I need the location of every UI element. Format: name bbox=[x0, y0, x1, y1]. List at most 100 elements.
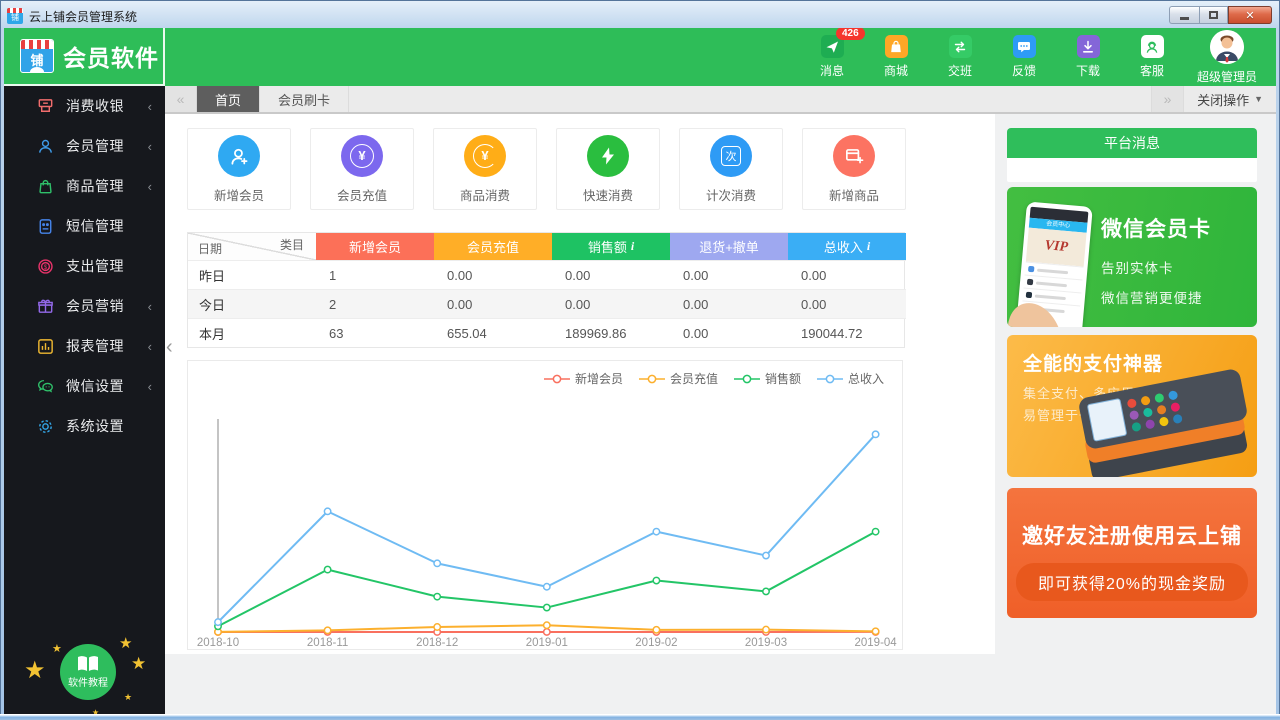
chevron-left-icon: ‹ bbox=[148, 339, 152, 354]
sidebar-item-sms[interactable]: 短信管理 bbox=[4, 206, 165, 246]
table-row-today: 今日 2 0.00 0.00 0.00 0.00 bbox=[188, 289, 904, 318]
count-consume-button[interactable]: 次 计次消费 bbox=[679, 128, 783, 210]
sidebar-item-marketing[interactable]: 会员营销 ‹ bbox=[4, 286, 165, 326]
invite-banner[interactable]: 邀好友注册使用云上铺 即可获得20%的现金奖励 bbox=[1007, 488, 1257, 618]
platform-message-panel[interactable]: 平台消息 bbox=[1007, 128, 1257, 182]
app-icon: 铺 bbox=[7, 8, 23, 24]
gear-icon bbox=[36, 417, 55, 436]
star-decoration: ★ bbox=[131, 654, 146, 674]
payment-device-banner[interactable]: 全能的支付神器 集全支付、多应用 易管理于一身 bbox=[1007, 335, 1257, 477]
wechat-card-banner[interactable]: 会员中心 VIP 微信会员卡 告别实体卡 微信营销更便捷 bbox=[1007, 187, 1257, 327]
coin-icon: $ bbox=[36, 257, 55, 276]
sidebar-item-products[interactable]: 商品管理 ‹ bbox=[4, 166, 165, 206]
trend-chart-card: 新增会员会员充值销售额总收入 2018-102018-112018-122019… bbox=[187, 360, 903, 650]
message-count-badge: 426 bbox=[836, 28, 865, 40]
admin-menu[interactable]: 超级管理员 bbox=[1184, 30, 1270, 85]
app-header: 铺 会员软件 426 消息 商城 bbox=[4, 28, 1276, 86]
window-controls: ✕ bbox=[1169, 6, 1272, 24]
wechat-banner-line2: 微信营销更便捷 bbox=[1101, 287, 1211, 307]
swap-arrows-icon bbox=[949, 35, 972, 58]
sidebar-collapse-handle[interactable]: ‹ bbox=[166, 336, 173, 359]
person-icon bbox=[36, 137, 55, 156]
dashboard-pane: ‹ 新增会员 ¥ 会员充值 ¥ 商品消费 bbox=[165, 114, 995, 654]
header-item-shift[interactable]: 交班 bbox=[928, 35, 992, 79]
star-decoration: ★ bbox=[24, 656, 46, 685]
sidebar-item-settings[interactable]: 系统设置 bbox=[4, 406, 165, 446]
column-header-new-members: 新增会员 bbox=[316, 233, 434, 260]
sidebar-item-expenses[interactable]: $ 支出管理 bbox=[4, 246, 165, 286]
gift-icon bbox=[36, 297, 55, 316]
add-member-button[interactable]: 新增会员 bbox=[187, 128, 291, 210]
close-icon: ✕ bbox=[1245, 9, 1254, 22]
shopping-bag-icon bbox=[885, 35, 908, 58]
star-decoration: ★ bbox=[124, 692, 132, 703]
svg-text:2018-12: 2018-12 bbox=[416, 637, 458, 649]
content-area: ‹ 新增会员 ¥ 会员充值 ¥ 商品消费 bbox=[165, 114, 1276, 714]
lightning-icon bbox=[587, 135, 629, 177]
header-item-service[interactable]: 客服 bbox=[1120, 35, 1184, 79]
count-square-icon: 次 bbox=[710, 135, 752, 177]
svg-text:2018-10: 2018-10 bbox=[197, 637, 239, 649]
bar-chart-icon bbox=[36, 337, 55, 356]
table-row-this-month: 本月 63 655.04 189969.86 0.00 190044.72 bbox=[188, 318, 904, 347]
yen-arc-icon: ¥ bbox=[464, 135, 506, 177]
tabs-scroll-left[interactable]: « bbox=[165, 86, 197, 112]
minimize-button[interactable] bbox=[1169, 6, 1199, 24]
invite-banner-title: 邀好友注册使用云上铺 bbox=[1007, 488, 1257, 550]
chat-bubble-icon bbox=[1013, 35, 1036, 58]
download-icon bbox=[1077, 35, 1100, 58]
table-row-yesterday: 昨日 1 0.00 0.00 0.00 0.00 bbox=[188, 260, 904, 289]
close-operations-dropdown[interactable]: 关闭操作▼ bbox=[1183, 86, 1276, 112]
maximize-icon bbox=[1209, 11, 1218, 19]
quick-consume-button[interactable]: 快速消费 bbox=[556, 128, 660, 210]
quick-actions: 新增会员 ¥ 会员充值 ¥ 商品消费 快速消费 bbox=[187, 128, 906, 210]
invite-reward-button[interactable]: 即可获得20%的现金奖励 bbox=[1016, 563, 1248, 601]
header-item-messages[interactable]: 426 消息 bbox=[800, 35, 864, 79]
sidebar-item-reports[interactable]: 报表管理 ‹ bbox=[4, 326, 165, 366]
header-item-mall[interactable]: 商城 bbox=[864, 35, 928, 79]
sidebar-item-members[interactable]: 会员管理 ‹ bbox=[4, 126, 165, 166]
svg-text:2019-04: 2019-04 bbox=[854, 637, 897, 649]
sms-icon bbox=[36, 217, 55, 236]
tab-member-swipe[interactable]: 会员刷卡 bbox=[260, 86, 349, 112]
svg-text:2019-01: 2019-01 bbox=[526, 637, 568, 649]
open-book-icon bbox=[76, 655, 100, 673]
main-area: « 首页 会员刷卡 » 关闭操作▼ ‹ 新增会员 bbox=[165, 86, 1276, 714]
admin-avatar bbox=[1210, 30, 1244, 64]
close-button[interactable]: ✕ bbox=[1228, 6, 1272, 24]
member-recharge-button[interactable]: ¥ 会员充值 bbox=[310, 128, 414, 210]
awning-decoration bbox=[21, 40, 53, 49]
add-product-button[interactable]: 新增商品 bbox=[802, 128, 906, 210]
sidebar-nav: 消费收银 ‹ 会员管理 ‹ 商品管理 ‹ 短信管理 $ 支出管理 会员营销 ‹ bbox=[4, 86, 165, 714]
header-item-download[interactable]: 下载 bbox=[1056, 35, 1120, 79]
summary-table: 类目 日期 新增会员 会员充值 销售额i 退货+撤单 总收入i 昨日 1 0.0… bbox=[187, 232, 905, 348]
product-consume-button[interactable]: ¥ 商品消费 bbox=[433, 128, 537, 210]
header-item-label: 客服 bbox=[1140, 62, 1164, 79]
sidebar-item-cashier[interactable]: 消费收银 ‹ bbox=[4, 86, 165, 126]
tabbar-spacer bbox=[349, 86, 1151, 112]
shop-icon: 铺 bbox=[20, 39, 54, 73]
column-header-recharge: 会员充值 bbox=[434, 233, 552, 260]
chevron-left-icon: ‹ bbox=[148, 139, 152, 154]
tab-home[interactable]: 首页 bbox=[197, 86, 260, 112]
admin-label: 超级管理员 bbox=[1197, 68, 1257, 85]
window-frame-bottom bbox=[0, 714, 1280, 720]
chevron-left-icon: ‹ bbox=[148, 179, 152, 194]
chevron-left-icon: ‹ bbox=[148, 379, 152, 394]
svg-text:$: $ bbox=[44, 263, 48, 270]
tabs-scroll-right[interactable]: » bbox=[1151, 86, 1183, 112]
maximize-button[interactable] bbox=[1199, 6, 1228, 24]
sidebar-item-wechat[interactable]: 微信设置 ‹ bbox=[4, 366, 165, 406]
tutorial-button[interactable]: 软件教程 bbox=[60, 644, 116, 700]
header-item-feedback[interactable]: 反馈 bbox=[992, 35, 1056, 79]
payment-banner-title: 全能的支付神器 bbox=[1023, 349, 1163, 376]
line-chart[interactable]: 2018-102018-112018-122019-012019-022019-… bbox=[188, 361, 902, 651]
right-panel-column: 平台消息 会员中心 VIP 微信会员卡 bbox=[995, 114, 1276, 714]
chevron-left-icon: ‹ bbox=[148, 299, 152, 314]
info-icon[interactable]: i bbox=[631, 239, 634, 254]
svg-text:2019-02: 2019-02 bbox=[635, 637, 677, 649]
app-window: { "window": { "title": "云上铺会员管理系统" }, "h… bbox=[0, 0, 1280, 720]
info-icon[interactable]: i bbox=[867, 239, 870, 254]
table-header-row: 类目 日期 新增会员 会员充值 销售额i 退货+撤单 总收入i bbox=[188, 233, 904, 260]
column-header-total-income: 总收入i bbox=[788, 233, 906, 260]
